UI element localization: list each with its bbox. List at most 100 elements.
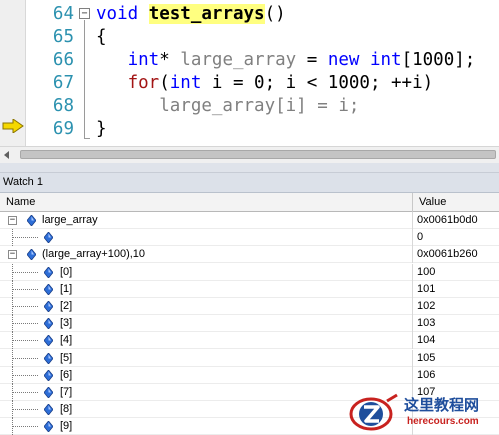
- watch-row[interactable]: [4] 104: [0, 332, 499, 349]
- tree-line: [12, 358, 38, 359]
- collapse-icon[interactable]: −: [79, 8, 90, 19]
- watch-expression[interactable]: (large_array+100),10: [42, 246, 145, 263]
- variable-gem-icon: [43, 283, 54, 296]
- watch-name-cell[interactable]: [2]: [0, 298, 413, 315]
- tree-line: [12, 426, 38, 427]
- watch-value-cell[interactable]: 100: [417, 264, 435, 281]
- watch-value-cell[interactable]: 0x0061b0d0: [417, 212, 478, 229]
- code-token: *: [159, 50, 181, 70]
- left-arrow-icon[interactable]: [4, 151, 9, 159]
- watch-element-name[interactable]: [2]: [60, 298, 72, 315]
- code-line[interactable]: 67 for(int i = 0; i < 1000; ++i): [0, 72, 499, 95]
- expand-collapse-icon[interactable]: −: [8, 216, 17, 225]
- pane-splitter[interactable]: [0, 163, 499, 173]
- watch-expression[interactable]: large_array: [42, 212, 98, 229]
- code-line[interactable]: 64− void test_arrays(): [0, 3, 499, 26]
- watch-element-name[interactable]: [1]: [60, 281, 72, 298]
- variable-gem-icon: [26, 248, 37, 261]
- watch-element-name[interactable]: [5]: [60, 350, 72, 367]
- watch-element-name[interactable]: [9]: [60, 418, 72, 435]
- code-editor[interactable]: 64− void test_arrays() 65{66 int* large_ar…: [0, 0, 499, 146]
- tree-line: [12, 409, 38, 410]
- watch-row[interactable]: 0: [0, 229, 499, 246]
- variable-gem-icon: [43, 403, 54, 416]
- watch-row[interactable]: [6] 106: [0, 367, 499, 384]
- code-token: i = 0; i < 1000; ++i): [201, 73, 434, 93]
- code-line[interactable]: 66 int* large_array = new int[1000];: [0, 49, 499, 72]
- watch-element-name[interactable]: [3]: [60, 315, 72, 332]
- tree-line: [12, 306, 38, 307]
- watch-row[interactable]: [5] 105: [0, 350, 499, 367]
- watch-row[interactable]: − large_array 0x0061b0d0: [0, 212, 499, 229]
- watch-element-name[interactable]: [7]: [60, 384, 72, 401]
- watch-value-cell[interactable]: 103: [417, 315, 435, 332]
- tree-line: [12, 272, 38, 273]
- watch-row[interactable]: [1] 101: [0, 281, 499, 298]
- watch-value-cell[interactable]: 106: [417, 367, 435, 384]
- watermark: 这里教程网 herecours.com: [345, 390, 499, 435]
- code-text: for(int i = 0; i < 1000; ++i): [96, 72, 434, 95]
- function-name-highlight: test_arrays: [148, 4, 265, 24]
- code-line[interactable]: 65 {: [0, 26, 499, 49]
- watch-name-cell[interactable]: [3]: [0, 315, 413, 332]
- fold-guide-end: [84, 138, 90, 139]
- code-token: void: [96, 4, 139, 24]
- variable-gem-icon: [43, 386, 54, 399]
- watch-element-name[interactable]: [6]: [60, 367, 72, 384]
- watch-element-name[interactable]: [4]: [60, 332, 72, 349]
- watch-value-cell[interactable]: 0x0061b260: [417, 246, 478, 263]
- code-line[interactable]: 68 large_array[i] = i;: [0, 95, 499, 118]
- watch-element-name[interactable]: [0]: [60, 264, 72, 281]
- watch-value-cell[interactable]: 104: [417, 332, 435, 349]
- code-token: }: [96, 119, 107, 139]
- code-token: int: [169, 73, 202, 93]
- watermark-url: herecours.com: [407, 416, 479, 427]
- watch-value-cell[interactable]: 102: [417, 298, 435, 315]
- watch-name-cell[interactable]: [5]: [0, 350, 413, 367]
- code-token: (: [159, 73, 170, 93]
- line-number: 65: [52, 27, 74, 47]
- name-column-header[interactable]: Name: [0, 193, 413, 212]
- watch-row[interactable]: [0] 100: [0, 264, 499, 281]
- tree-line: [12, 323, 38, 324]
- variable-gem-icon: [43, 300, 54, 313]
- watch-name-cell[interactable]: − (large_array+100),10: [0, 246, 413, 263]
- watch-name-cell[interactable]: [4]: [0, 332, 413, 349]
- watch-row[interactable]: − (large_array+100),10 0x0061b260: [0, 246, 499, 263]
- code-text: large_array[i] = i;: [96, 95, 359, 118]
- watch-value-cell[interactable]: 105: [417, 350, 435, 367]
- watch-name-cell[interactable]: [6]: [0, 367, 413, 384]
- scrollbar-thumb[interactable]: [20, 150, 496, 159]
- watch-row[interactable]: [3] 103: [0, 315, 499, 332]
- code-token: new: [327, 50, 360, 70]
- line-number: 64: [52, 4, 74, 24]
- line-number: 66: [52, 50, 74, 70]
- watch-name-cell[interactable]: [0, 229, 413, 246]
- tree-line: [12, 375, 38, 376]
- code-text: void test_arrays(): [96, 3, 286, 26]
- code-token: (): [264, 4, 286, 24]
- watch-window-title: Watch 1: [0, 173, 499, 193]
- watch-value-cell[interactable]: 101: [417, 281, 435, 298]
- variable-gem-icon: [43, 266, 54, 279]
- watch-row[interactable]: [2] 102: [0, 298, 499, 315]
- code-line[interactable]: 69}: [0, 118, 499, 141]
- expand-collapse-icon[interactable]: −: [8, 250, 17, 259]
- code-token: for: [127, 73, 160, 93]
- watch-element-name[interactable]: [8]: [60, 401, 72, 418]
- watch-value-cell[interactable]: 0: [417, 229, 423, 246]
- tree-line: [12, 392, 38, 393]
- watch-name-cell[interactable]: [1]: [0, 281, 413, 298]
- code-text: int* large_array = new int[1000];: [96, 49, 476, 72]
- tree-line: [12, 340, 38, 341]
- code-token: =: [296, 50, 328, 70]
- watch-name-cell[interactable]: [0]: [0, 264, 413, 281]
- watch-name-cell[interactable]: − large_array: [0, 212, 413, 229]
- code-text: }: [96, 118, 107, 141]
- value-column-header[interactable]: Value: [414, 193, 499, 212]
- horizontal-scrollbar[interactable]: [0, 146, 499, 163]
